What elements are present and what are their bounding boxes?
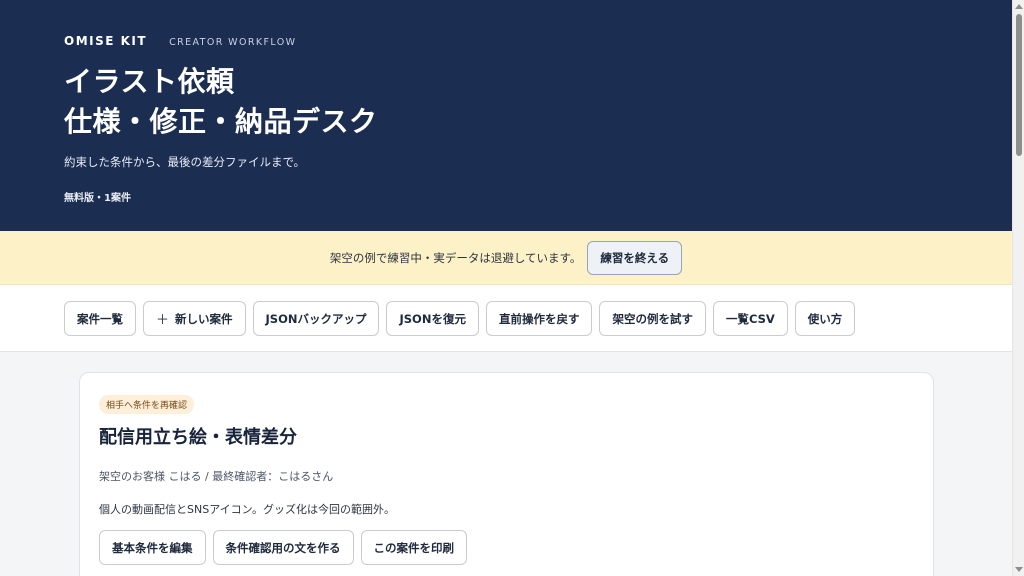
case-meta: 架空のお客様 こはる / 最終確認者：こはるさん: [99, 470, 334, 483]
json-restore-button[interactable]: JSONを復元: [386, 301, 479, 336]
new-case-label: 新しい案件: [175, 311, 233, 326]
case-title: 配信用立ち絵・表情差分: [99, 427, 297, 448]
list-csv-button[interactable]: 一覧CSV: [712, 301, 788, 336]
edit-conditions-button[interactable]: 基本条件を編集: [99, 530, 206, 565]
end-practice-button[interactable]: 練習を終える: [587, 240, 683, 275]
new-case-button[interactable]: ＋ 新しい案件: [143, 301, 246, 336]
case-note: 個人の動画配信とSNSアイコン。グッズ化は今回の範囲外。: [99, 503, 395, 516]
scroll-up-arrow-icon[interactable]: [1015, 4, 1023, 9]
try-example-button[interactable]: 架空の例を試す: [599, 301, 706, 336]
page-title-line-2: 仕様・修正・納品デスク: [64, 105, 378, 138]
vertical-scrollbar[interactable]: [1012, 0, 1024, 576]
practice-mode-banner: 架空の例で練習中・実データは退避しています。 練習を終える: [0, 231, 1012, 285]
brand-name: OMISE KIT: [64, 34, 148, 48]
create-confirmation-text-button[interactable]: 条件確認用の文を作る: [212, 530, 354, 565]
brand-tagline: CREATOR WORKFLOW: [169, 37, 297, 48]
hero-header: OMISE KIT CREATOR WORKFLOW イラスト依頼 仕様・修正・…: [0, 0, 1012, 231]
status-badge: 相手へ条件を再確認: [99, 395, 195, 414]
practice-mode-text: 架空の例で練習中・実データは退避しています。: [329, 250, 582, 265]
undo-button[interactable]: 直前操作を戻す: [485, 301, 593, 336]
case-card: 相手へ条件を再確認 配信用立ち絵・表情差分 架空のお客様 こはる / 最終確認者…: [79, 372, 934, 576]
json-backup-button[interactable]: JSONバックアップ: [252, 301, 380, 336]
scrollbar-thumb[interactable]: [1016, 14, 1022, 156]
case-actions: 基本条件を編集 条件確認用の文を作る この案件を印刷: [99, 530, 914, 565]
plan-status: 無料版・1案件: [64, 193, 131, 204]
scroll-down-arrow-icon[interactable]: [1015, 567, 1023, 572]
plus-icon: ＋: [156, 313, 170, 328]
page-description: 約束した条件から、最後の差分ファイルまで。: [64, 155, 306, 169]
case-list-button[interactable]: 案件一覧: [64, 301, 136, 336]
brand-row: OMISE KIT CREATOR WORKFLOW: [64, 34, 948, 48]
print-case-button[interactable]: この案件を印刷: [360, 530, 467, 565]
page-title-line-1: イラスト依頼: [64, 65, 235, 98]
how-to-use-button[interactable]: 使い方: [794, 301, 856, 336]
toolbar: 案件一覧 ＋ 新しい案件 JSONバックアップ JSONを復元 直前操作を戻す …: [0, 285, 1012, 352]
page: OMISE KIT CREATOR WORKFLOW イラスト依頼 仕様・修正・…: [0, 0, 1012, 576]
page-title: イラスト依頼 仕様・修正・納品デスク: [64, 62, 948, 142]
